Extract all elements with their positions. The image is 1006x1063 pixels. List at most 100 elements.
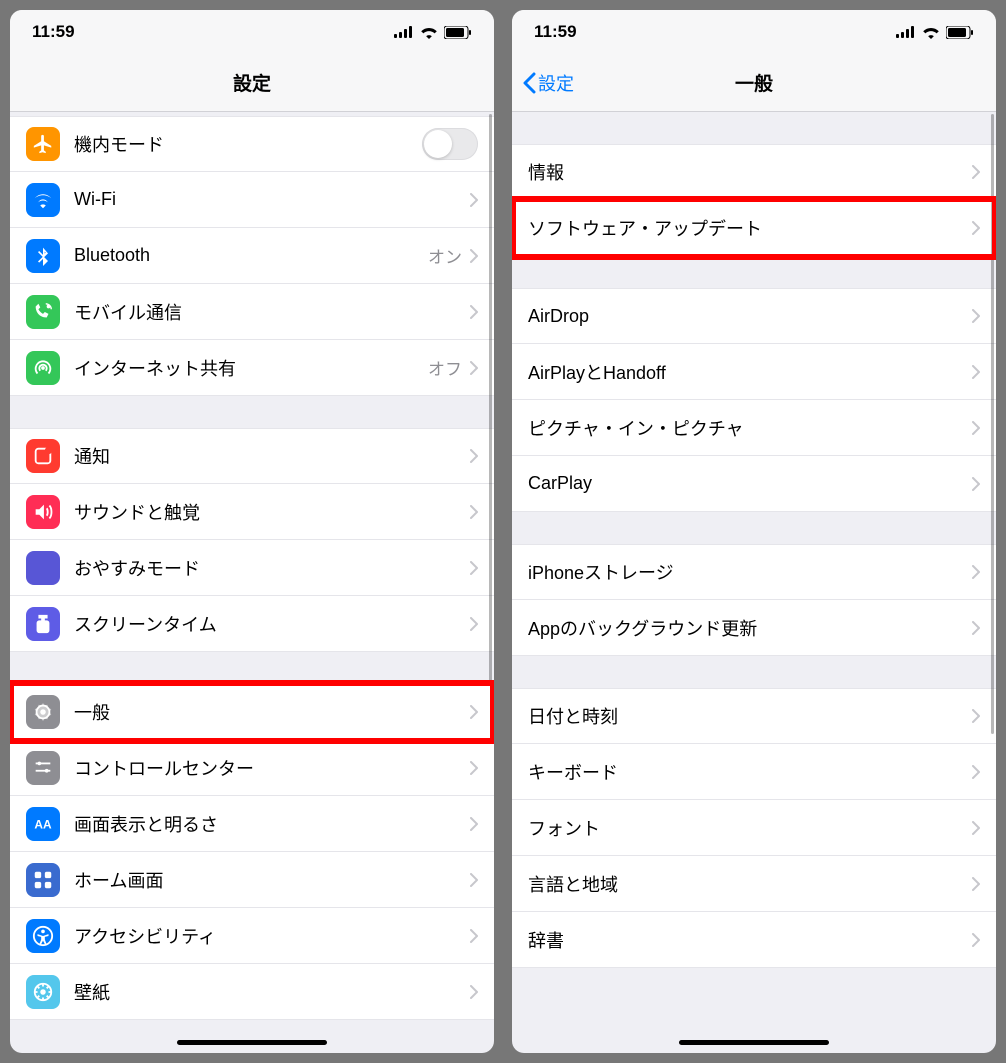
status-icons (394, 26, 472, 39)
chevron-right-icon (470, 817, 478, 831)
scroll-area[interactable]: 機内モード Wi-Fi Bluetoothオンモバイル通信インターネット共有オフ通知… (10, 112, 494, 1053)
row-label: Wi-Fi (74, 189, 462, 210)
row-label: AirPlayとHandoff (528, 359, 972, 385)
row-controlcenter[interactable]: コントロールセンター (10, 740, 494, 796)
home-indicator[interactable] (177, 1040, 327, 1045)
row-about[interactable]: 情報 (512, 144, 996, 200)
row-screentime[interactable]: スクリーンタイム (10, 596, 494, 652)
row-bluetooth[interactable]: Bluetoothオン (10, 228, 494, 284)
content: 機内モード Wi-Fi Bluetoothオンモバイル通信インターネット共有オフ通知… (10, 112, 494, 1053)
chevron-right-icon (972, 165, 980, 179)
sounds-icon (26, 495, 60, 529)
status-icons (896, 26, 974, 39)
row-label: フォント (528, 815, 972, 841)
chevron-left-icon (522, 72, 536, 94)
row-accessibility[interactable]: アクセシビリティ (10, 908, 494, 964)
row-label: サウンドと触覚 (74, 499, 470, 525)
back-label: 設定 (538, 70, 574, 96)
row-fonts[interactable]: フォント (512, 800, 996, 856)
status-time: 11:59 (534, 22, 577, 42)
row-hotspot[interactable]: インターネット共有オフ (10, 340, 494, 396)
svg-text:AA: AA (34, 817, 52, 831)
chevron-right-icon (972, 877, 980, 891)
chevron-right-icon (972, 421, 980, 435)
toggle-airplane[interactable] (422, 128, 478, 160)
nav-bar: 設定 一般 (512, 54, 996, 112)
row-label: キーボード (528, 759, 972, 785)
chevron-right-icon (972, 933, 980, 947)
wifi-icon (420, 26, 438, 39)
row-carplay[interactable]: CarPlay (512, 456, 996, 512)
accessibility-icon (26, 919, 60, 953)
row-label: 機内モード (74, 131, 422, 157)
row-label: ソフトウェア・アップデート (528, 215, 972, 241)
scroll-area[interactable]: 情報ソフトウェア・アップデート AirDrop AirPlayとHandoff ピクチ… (512, 112, 996, 1053)
row-label: Bluetooth (74, 245, 428, 266)
row-homescreen[interactable]: ホーム画面 (10, 852, 494, 908)
general-screen: 11:59 設定 一般 情報ソフトウェア・アップデート AirDrop AirPla… (512, 10, 996, 1053)
row-label: インターネット共有 (74, 355, 428, 381)
row-general[interactable]: 一般 (10, 684, 494, 740)
row-datetime[interactable]: 日付と時刻 (512, 688, 996, 744)
row-wallpaper[interactable]: 壁紙 (10, 964, 494, 1020)
scrollbar[interactable] (991, 114, 994, 734)
row-cellular[interactable]: モバイル通信 (10, 284, 494, 340)
row-bgrefresh[interactable]: Appのバックグラウンド更新 (512, 600, 996, 656)
section-gap (10, 396, 494, 428)
row-dictionary[interactable]: 辞書 (512, 912, 996, 968)
row-label: AirDrop (528, 306, 972, 327)
section-gap (512, 256, 996, 288)
airplane-icon (26, 127, 60, 161)
homescreen-icon (26, 863, 60, 897)
row-label: ピクチャ・イン・ピクチャ (528, 415, 972, 441)
row-sounds[interactable]: サウンドと触覚 (10, 484, 494, 540)
row-airplane[interactable]: 機内モード (10, 116, 494, 172)
row-label: 言語と地域 (528, 871, 972, 897)
row-notifications[interactable]: 通知 (10, 428, 494, 484)
section-gap (512, 512, 996, 544)
scrollbar[interactable] (489, 114, 492, 684)
notifications-icon (26, 439, 60, 473)
back-button[interactable]: 設定 (512, 70, 574, 96)
row-label: ホーム画面 (74, 867, 470, 893)
row-storage[interactable]: iPhoneストレージ (512, 544, 996, 600)
row-swupdate[interactable]: ソフトウェア・アップデート (512, 200, 996, 256)
battery-icon (946, 26, 974, 39)
row-label: おやすみモード (74, 555, 470, 581)
row-pip[interactable]: ピクチャ・イン・ピクチャ (512, 400, 996, 456)
chevron-right-icon (470, 193, 478, 207)
row-wifi[interactable]: Wi-Fi (10, 172, 494, 228)
row-label: 通知 (74, 443, 470, 469)
controlcenter-icon (26, 751, 60, 785)
wallpaper-icon (26, 975, 60, 1009)
chevron-right-icon (470, 929, 478, 943)
row-display[interactable]: AA 画面表示と明るさ (10, 796, 494, 852)
row-label: アクセシビリティ (74, 923, 470, 949)
row-label: 壁紙 (74, 979, 470, 1005)
row-language[interactable]: 言語と地域 (512, 856, 996, 912)
cellular-icon (26, 295, 60, 329)
nav-bar: 設定 (10, 54, 494, 112)
chevron-right-icon (972, 565, 980, 579)
row-dnd[interactable]: おやすみモード (10, 540, 494, 596)
row-label: iPhoneストレージ (528, 559, 972, 585)
wifi-icon (26, 183, 60, 217)
chevron-right-icon (972, 765, 980, 779)
home-indicator[interactable] (679, 1040, 829, 1045)
chevron-right-icon (470, 505, 478, 519)
status-bar: 11:59 (512, 10, 996, 54)
row-label: 画面表示と明るさ (74, 811, 470, 837)
row-airplay[interactable]: AirPlayとHandoff (512, 344, 996, 400)
chevron-right-icon (972, 477, 980, 491)
chevron-right-icon (470, 249, 478, 263)
row-label: Appのバックグラウンド更新 (528, 615, 972, 641)
row-label: 日付と時刻 (528, 703, 972, 729)
chevron-right-icon (470, 449, 478, 463)
chevron-right-icon (470, 305, 478, 319)
row-airdrop[interactable]: AirDrop (512, 288, 996, 344)
chevron-right-icon (470, 705, 478, 719)
signal-icon (896, 26, 916, 38)
row-label: モバイル通信 (74, 299, 470, 325)
highlight-wrap: 一般 (10, 684, 494, 740)
row-keyboard[interactable]: キーボード (512, 744, 996, 800)
